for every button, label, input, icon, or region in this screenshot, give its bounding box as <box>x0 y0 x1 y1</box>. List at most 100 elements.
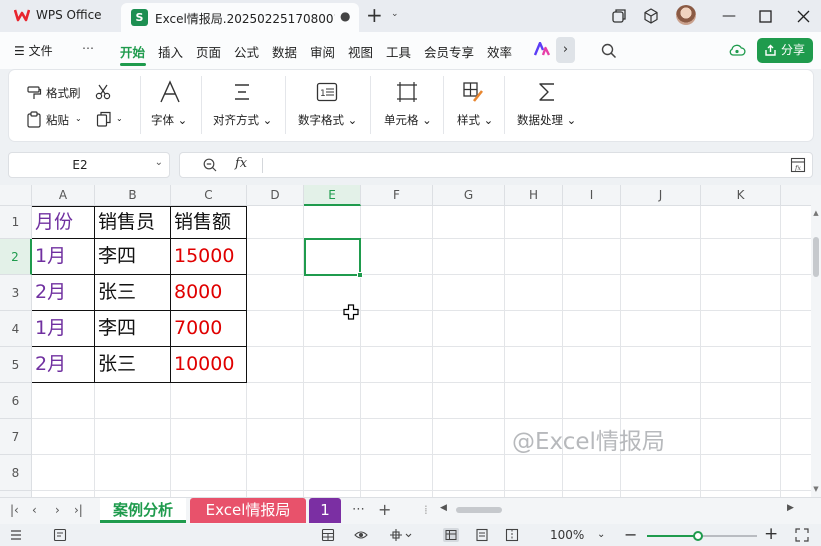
data-processing-button[interactable]: 数据处理 ⌄ <box>517 112 576 128</box>
tab-member[interactable]: 会员专享 <box>424 42 474 61</box>
table-cell-month[interactable]: 1月 <box>32 239 66 274</box>
macro-icon[interactable] <box>53 528 67 542</box>
cells-icon[interactable] <box>396 81 418 103</box>
row-header[interactable]: 5 <box>0 347 32 383</box>
share-button[interactable]: 分享 <box>757 38 813 63</box>
cube-icon[interactable] <box>642 7 660 25</box>
copy-icon[interactable] <box>96 111 113 128</box>
column-header[interactable]: H <box>505 185 563 206</box>
copy-dropdown-icon[interactable]: ⌄ <box>116 114 123 123</box>
name-box[interactable]: E2 ⌄ <box>8 152 170 178</box>
close-icon[interactable] <box>795 8 813 26</box>
column-header[interactable]: D <box>247 185 304 206</box>
spreadsheet-grid[interactable]: A B C D E F G H I J K 1 2 3 4 5 6 7 8 月份… <box>0 185 811 497</box>
vertical-scrollbar[interactable]: ▲ ▼ <box>811 185 821 497</box>
file-menu[interactable]: ☰ 文件 <box>14 42 53 59</box>
horizontal-scroll-thumb[interactable] <box>456 507 502 513</box>
table-cell-amount[interactable]: 7000 <box>171 311 222 346</box>
eye-icon[interactable] <box>354 528 368 542</box>
align-icon[interactable] <box>232 82 252 102</box>
table-cell-salesperson[interactable]: 李四 <box>95 311 136 346</box>
calculator-icon[interactable] <box>321 528 335 542</box>
scroll-up-icon[interactable]: ▲ <box>811 209 821 217</box>
row-header[interactable]: 7 <box>0 419 32 455</box>
column-header[interactable]: B <box>95 185 171 206</box>
paste-icon[interactable] <box>26 111 42 128</box>
zoom-dropdown-icon[interactable]: ⌄ <box>597 529 605 540</box>
table-header-cell[interactable]: 月份 <box>32 205 73 240</box>
vertical-scroll-thumb[interactable] <box>813 237 819 277</box>
paste-button[interactable]: 粘贴 <box>46 112 69 128</box>
scroll-right-icon[interactable]: ▶ <box>787 503 794 513</box>
row-header[interactable]: 3 <box>0 275 32 311</box>
table-cell-salesperson[interactable]: 李四 <box>95 239 136 274</box>
more-sheets-button[interactable]: ⋯ <box>352 502 365 517</box>
select-all-corner[interactable] <box>0 185 32 206</box>
tab-home[interactable]: 开始 <box>120 42 145 61</box>
column-header[interactable]: K <box>701 185 781 206</box>
tab-efficiency[interactable]: 效率 <box>487 42 512 61</box>
first-sheet-icon[interactable]: |‹ <box>10 503 19 517</box>
search-icon[interactable] <box>600 42 618 60</box>
normal-view-icon[interactable] <box>443 528 459 542</box>
sheet-list-icon[interactable] <box>10 528 24 542</box>
row-header[interactable]: 1 <box>0 206 32 239</box>
insert-function-button[interactable]: fx <box>235 156 247 171</box>
user-avatar[interactable] <box>676 5 696 25</box>
prev-sheet-icon[interactable]: ‹ <box>32 503 37 517</box>
tab-review[interactable]: 审阅 <box>310 42 335 61</box>
table-cell-amount[interactable]: 10000 <box>171 347 234 382</box>
zoom-slider-knob[interactable] <box>693 531 703 541</box>
scroll-down-icon[interactable]: ▼ <box>811 485 821 493</box>
unsaved-dot-icon[interactable]: ● <box>340 9 350 23</box>
format-painter-button[interactable]: 格式刷 <box>46 85 81 101</box>
column-header[interactable]: G <box>433 185 505 206</box>
column-header[interactable]: I <box>563 185 621 206</box>
table-cell-month[interactable]: 2月 <box>32 275 66 310</box>
row-header-selected[interactable]: 2 <box>0 239 32 275</box>
styles-button[interactable]: 样式 ⌄ <box>457 112 493 128</box>
fullscreen-icon[interactable] <box>795 528 809 542</box>
tab-formulas[interactable]: 公式 <box>234 42 259 61</box>
row-header[interactable]: 4 <box>0 311 32 347</box>
last-sheet-icon[interactable]: ›| <box>74 503 83 517</box>
new-tab-button[interactable]: + <box>366 4 383 26</box>
tab-data[interactable]: 数据 <box>272 42 297 61</box>
sheet-tab[interactable]: 1 <box>309 498 341 523</box>
column-header[interactable]: A <box>32 185 95 206</box>
zoom-level[interactable]: 100% <box>550 528 584 542</box>
cell-focus-icon[interactable] <box>389 528 413 542</box>
page-layout-view-icon[interactable] <box>475 528 489 542</box>
table-cell-month[interactable]: 2月 <box>32 347 66 382</box>
ai-assistant-icon[interactable] <box>534 42 550 56</box>
font-icon[interactable] <box>159 80 181 104</box>
column-header[interactable]: J <box>621 185 701 206</box>
column-header[interactable]: F <box>361 185 433 206</box>
paste-dropdown-icon[interactable]: ⌄ <box>75 114 82 123</box>
zoom-in-button[interactable]: + <box>764 524 778 544</box>
maximize-icon[interactable] <box>757 8 775 26</box>
chevron-down-icon[interactable]: ⌄ <box>391 9 399 19</box>
formula-input[interactable]: fx fx <box>179 152 813 178</box>
add-sheet-button[interactable]: + <box>378 500 391 519</box>
app-name-tab[interactable]: WPS Office <box>36 8 102 22</box>
table-header-cell[interactable]: 销售额 <box>171 205 231 240</box>
expand-formula-icon[interactable]: fx <box>790 157 806 173</box>
styles-icon[interactable] <box>462 81 484 103</box>
chevron-down-icon[interactable]: ⌄ <box>155 157 163 168</box>
alignment-button[interactable]: 对齐方式 ⌄ <box>213 112 272 128</box>
tab-insert[interactable]: 插入 <box>158 42 183 61</box>
column-header[interactable]: C <box>171 185 247 206</box>
minimize-icon[interactable]: — <box>718 5 740 27</box>
cells-button[interactable]: 单元格 ⌄ <box>384 112 432 128</box>
row-header[interactable]: 8 <box>0 455 32 491</box>
row-header[interactable]: 6 <box>0 383 32 419</box>
number-format-button[interactable]: 数字格式 ⌄ <box>298 112 357 128</box>
next-sheet-icon[interactable]: › <box>55 503 60 517</box>
zoom-icon[interactable] <box>202 157 218 173</box>
cloud-sync-icon[interactable] <box>728 41 746 59</box>
page-break-view-icon[interactable] <box>505 528 519 542</box>
table-cell-amount[interactable]: 15000 <box>171 239 234 274</box>
format-painter-icon[interactable] <box>26 85 42 101</box>
scroll-left-icon[interactable]: ◀ <box>440 503 447 513</box>
